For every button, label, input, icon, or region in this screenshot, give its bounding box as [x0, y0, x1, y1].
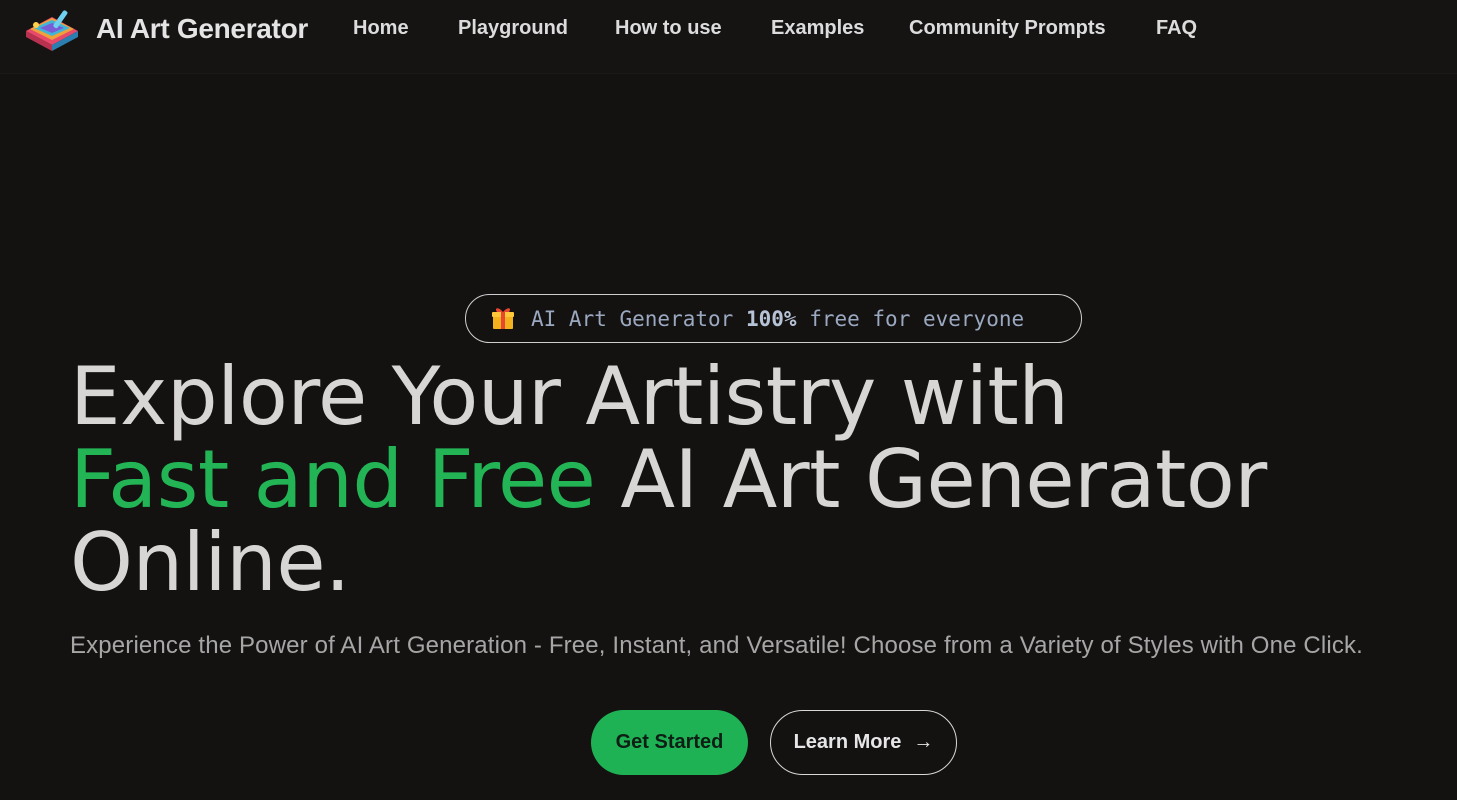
get-started-button[interactable]: Get Started	[591, 710, 748, 775]
badge-text-before: AI Art Generator	[531, 307, 734, 331]
brand-name[interactable]: AI Art Generator	[96, 13, 308, 45]
learn-more-label: Learn More	[793, 731, 902, 753]
hero-subtitle: Experience the Power of AI Art Generatio…	[70, 632, 1363, 659]
free-badge: AI Art Generator 100% free for everyone	[465, 294, 1082, 343]
hero-headline: Explore Your Artistry with Fast and Free …	[70, 355, 1370, 604]
headline-line-3: Online.	[70, 516, 350, 609]
badge-text-after: free for everyone	[809, 307, 1025, 331]
badge-text-bold: 100%	[745, 307, 797, 331]
headline-accent: Fast and Free	[70, 433, 596, 526]
nav-link-how-to-use[interactable]: How to use	[615, 17, 722, 40]
nav-link-home[interactable]: Home	[353, 17, 409, 40]
headline-line-1: Explore Your Artistry with	[70, 350, 1069, 443]
nav-link-community-prompts[interactable]: Community Prompts	[909, 17, 1106, 40]
logo-icon[interactable]	[22, 7, 80, 53]
nav-link-playground[interactable]: Playground	[458, 17, 568, 40]
headline-line-2: AI Art Generator	[620, 433, 1267, 526]
nav-link-examples[interactable]: Examples	[771, 17, 864, 40]
nav-link-faq[interactable]: FAQ	[1156, 17, 1197, 40]
navbar: AI Art Generator Home Playground How to …	[0, 0, 1457, 74]
gift-icon	[492, 308, 514, 329]
get-started-label: Get Started	[615, 731, 724, 753]
learn-more-button[interactable]: Learn More →	[770, 710, 957, 775]
arrow-right-icon: →	[913, 731, 934, 753]
